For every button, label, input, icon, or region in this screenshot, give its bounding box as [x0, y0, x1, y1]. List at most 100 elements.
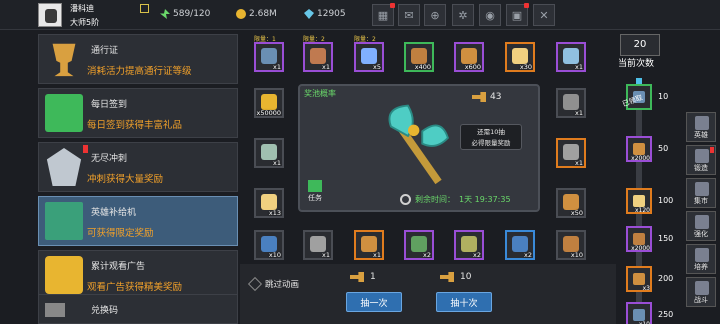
reward-count: x600 [464, 63, 481, 71]
menu-item-hero-supply[interactable]: 英雄补给机 可获得限定奖励 [38, 196, 238, 246]
reward-count: x1 [575, 159, 583, 167]
nav-label: 集市 [694, 197, 708, 205]
menu-item-title: 累计观看广告 [91, 262, 146, 272]
limited-tag: 限量：2 [354, 36, 376, 43]
gift-button[interactable]: ▣ [506, 3, 529, 26]
reward-slot[interactable]: x1 [254, 42, 284, 72]
reward-slot[interactable]: x1 [556, 138, 586, 168]
reward-slot[interactable]: x1 [556, 42, 586, 72]
notification-dot [390, 3, 395, 8]
pool-probability-link[interactable]: 奖池概率 [304, 88, 336, 99]
gem-resource: 12905 [304, 9, 346, 19]
menu-item-endless-sprint[interactable]: 无尽冲刺 冲刺获得大量奖励 [38, 142, 238, 192]
remaining-time: 剩余时间： 1天 19:37:35 [400, 194, 511, 205]
reward-item-icon [261, 236, 277, 252]
reward-slot[interactable]: x1 [303, 230, 333, 260]
menu-item-redeem-code[interactable]: 兑换码 [38, 294, 238, 324]
clock-icon [400, 194, 411, 205]
nav-button-4[interactable]: 培养 [686, 244, 716, 274]
menu-item-desc: 每日签到获得丰富礼品 [87, 120, 183, 131]
limited-tag: 限量：2 [303, 36, 325, 43]
tip-line2: 必得限量奖励 [471, 139, 511, 147]
milestone-reward[interactable]: x120 100 [626, 188, 673, 214]
reward-slot[interactable]: x30 [505, 42, 535, 72]
energy-resource: 589/120 [160, 9, 210, 19]
reward-item-icon [411, 236, 427, 252]
reward-slot[interactable]: x1 [254, 138, 284, 168]
reward-slot[interactable]: x10 [556, 230, 586, 260]
nav-button-2[interactable]: 集市 [686, 178, 716, 208]
train-icon [695, 248, 709, 262]
ten-draw-cost: 10 [440, 272, 471, 282]
edit-icon[interactable] [140, 4, 149, 13]
nav-button-5[interactable]: 战斗 [686, 277, 716, 307]
milestone-reward[interactable]: x10250 [626, 302, 673, 324]
milestone-threshold: 250 [658, 310, 674, 319]
draw-once-button[interactable]: 抽一次 [346, 292, 402, 312]
reward-slot[interactable]: x1 [556, 88, 586, 118]
reward-item-icon [361, 48, 377, 64]
reward-count: x50 [570, 209, 583, 217]
player-name: 潘科迪 [70, 4, 94, 13]
reward-item-icon [310, 236, 326, 252]
reward-slot[interactable]: x10 [254, 230, 284, 260]
reward-slot[interactable]: x50 [556, 188, 586, 218]
gamepad-button[interactable]: ⊕ [424, 4, 446, 26]
gift-icon: ▣ [511, 8, 523, 22]
nav-label: 战斗 [694, 296, 708, 304]
menu-item-desc: 消耗活力提高通行证等级 [87, 66, 192, 77]
draw-ten-button[interactable]: 抽十次 [436, 292, 492, 312]
nav-label: 锻造 [694, 164, 708, 172]
supply-machine-icon [45, 202, 83, 240]
nav-button-0[interactable]: 英雄 [686, 112, 716, 142]
reward-item-icon [461, 48, 477, 64]
reward-item-icon [512, 236, 528, 252]
menu-item-daily-signin[interactable]: 每日签到 每日签到获得丰富礼品 [38, 88, 238, 138]
shop-button[interactable]: ▦ [372, 3, 395, 26]
nav-button-3[interactable]: 强化 [686, 211, 716, 241]
settings-button[interactable]: ✲ [452, 4, 474, 26]
guarantee-tip: 还需10抽 必得限量奖励 [460, 124, 522, 150]
skip-label: 跳过动画 [265, 280, 300, 290]
reward-slot[interactable]: x13 [254, 188, 284, 218]
mail-button[interactable]: ✉ [398, 4, 420, 26]
nav-label: 英雄 [694, 131, 708, 139]
reward-item-icon [411, 48, 427, 64]
close-button[interactable]: ✕ [533, 4, 555, 26]
market-icon [695, 182, 709, 196]
menu-item-title: 通行证 [91, 46, 119, 56]
reward-count: x2 [423, 251, 431, 259]
reward-item-icon [261, 144, 277, 160]
milestone-count: x3 [642, 285, 650, 292]
skip-animation-toggle[interactable]: 跳过动画 [247, 276, 300, 292]
reward-slot[interactable]: x2 [454, 230, 484, 260]
reward-slot[interactable]: x5 [354, 42, 384, 72]
reward-slot[interactable]: x1 [303, 42, 333, 72]
milestone-reward[interactable]: x3 200 [626, 266, 673, 292]
player-avatar[interactable] [38, 3, 62, 27]
nav-button-1[interactable]: 锻造 [686, 145, 716, 175]
battle-axe-icon [388, 104, 449, 185]
reward-slot[interactable]: x2 [505, 230, 535, 260]
reward-slot[interactable]: x400 [404, 42, 434, 72]
milestone-count: x2000 [631, 155, 650, 162]
swirl-button[interactable]: ◉ [479, 4, 501, 26]
swirl-icon: ◉ [485, 8, 495, 22]
limited-tag: 限量：1 [254, 36, 276, 43]
reward-slot[interactable]: x2 [404, 230, 434, 260]
menu-item-desc: 冲刺获得大量奖励 [87, 174, 164, 185]
menu-item-watch-ads[interactable]: 累计观看广告 观看广告获得精美奖励 [38, 250, 238, 300]
hero-icon [695, 116, 709, 130]
task-label: 任务 [308, 194, 322, 202]
draw-bar: 跳过动画 1 10 抽一次 抽十次 [240, 264, 616, 324]
reward-slot[interactable]: x1 [354, 230, 384, 260]
menu-item-pass[interactable]: 通行证 消耗活力提高通行证等级 [38, 34, 238, 84]
task-button[interactable]: 任务 [308, 180, 322, 203]
milestone-reward[interactable]: x2000 150 [626, 226, 673, 252]
milestone-reward[interactable]: x2000 50 [626, 136, 668, 162]
reward-count: x400 [414, 63, 431, 71]
reward-slot[interactable]: x600 [454, 42, 484, 72]
battle-icon [695, 281, 709, 295]
reward-slot[interactable]: x50000 [254, 88, 284, 118]
reward-count: x50000 [256, 109, 281, 117]
